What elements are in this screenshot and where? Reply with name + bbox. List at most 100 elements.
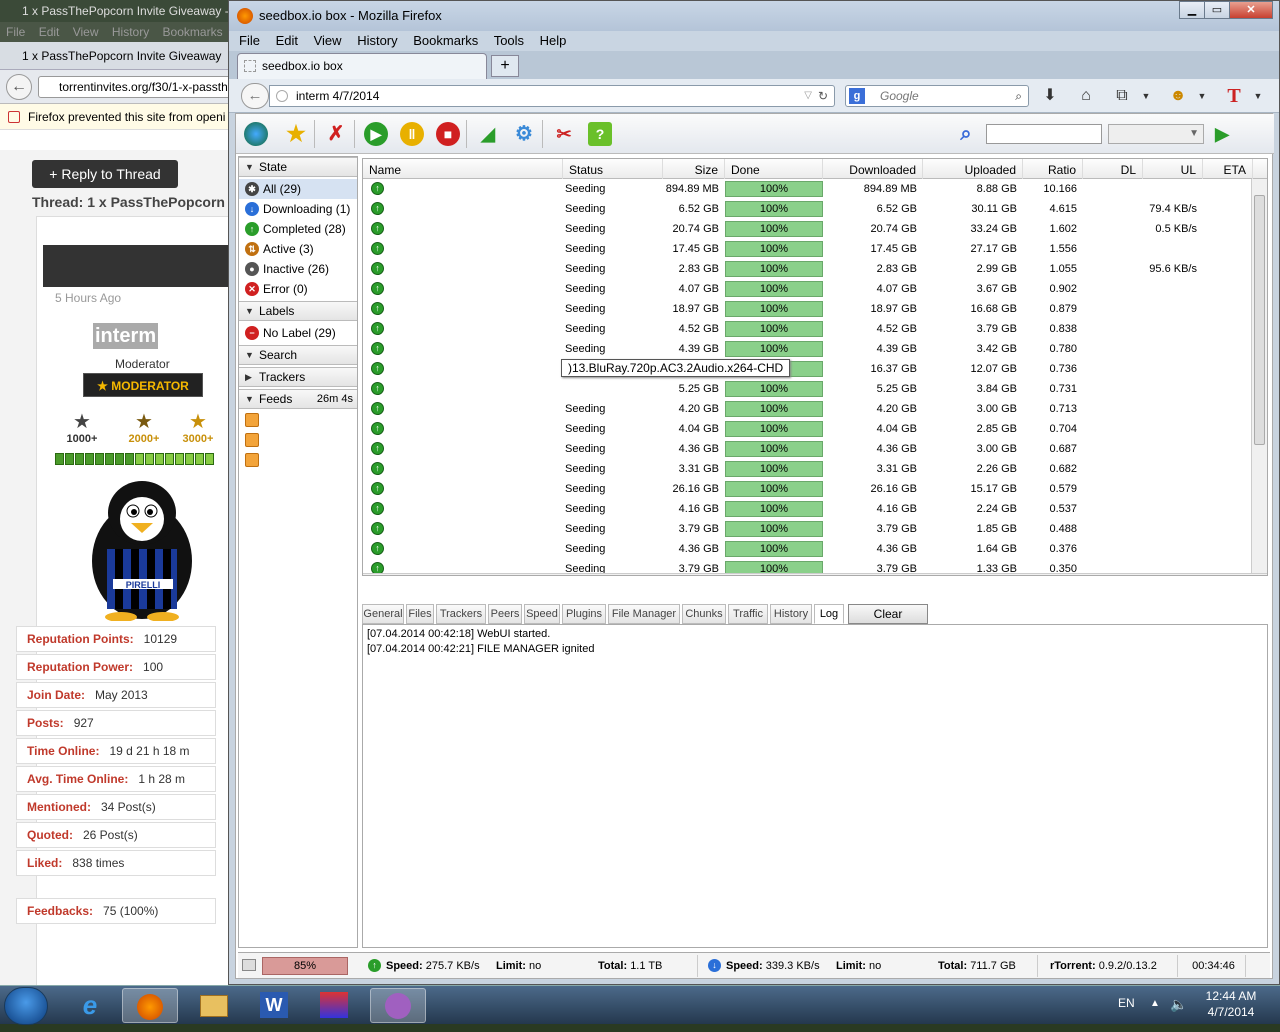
feeds-header[interactable]: ▼ Feeds 26m 4s — [239, 389, 357, 409]
back-menu-view[interactable]: View — [73, 25, 99, 39]
gear-icon[interactable]: ⚙ — [512, 122, 536, 146]
trackers-header[interactable]: ▶ Trackers — [239, 367, 357, 387]
tab-speed[interactable]: Speed — [524, 604, 560, 624]
menu-bookmarks[interactable]: Bookmarks — [413, 33, 478, 48]
table-row[interactable]: ↑ Seeding 2.83 GB 100% 2.83 GB 2.99 GB 1.055 95… — [363, 259, 1251, 279]
tray-arrow-icon[interactable]: ▲ — [1150, 998, 1160, 1009]
back-menu-history[interactable]: History — [112, 25, 149, 39]
menu-view[interactable]: View — [314, 33, 342, 48]
download-icon[interactable]: ⬇ — [1039, 85, 1061, 107]
back-window-url[interactable]: torrentinvites.org/f30/1-x-passth — [38, 76, 231, 98]
back-menu-bookmarks[interactable]: Bookmarks — [163, 25, 223, 39]
help-icon[interactable]: ? — [588, 122, 612, 146]
table-row[interactable]: ↑ Seeding 17.45 GB 100% 17.45 GB 27.17 GB 1.55… — [363, 239, 1251, 259]
settings-tools-icon[interactable]: ✂ — [552, 122, 576, 146]
chevron-down-icon[interactable]: ▼ — [1191, 85, 1213, 107]
stop-icon[interactable]: ■ — [436, 122, 460, 146]
crop-icon[interactable]: ⧉ — [1111, 85, 1133, 107]
filter-error[interactable]: ✕ Error (0) — [239, 279, 357, 299]
filter-inactive[interactable]: ● Inactive (26) — [239, 259, 357, 279]
home-icon[interactable]: ⌂ — [1075, 85, 1097, 107]
menu-tools[interactable]: Tools — [494, 33, 524, 48]
tab-peers[interactable]: Peers — [488, 604, 522, 624]
table-row[interactable]: ↑ Seeding 18.97 GB 100% 18.97 GB 16.68 GB 0.87… — [363, 299, 1251, 319]
search-engine-select[interactable]: ▼ — [1108, 124, 1204, 144]
table-row[interactable]: ↑100%16.37 GB12.07 GB0.736 — [363, 359, 1251, 379]
main-browser-window[interactable]: seedbox.io box - Mozilla Firefox ▁ ▭ ✕ F… — [228, 0, 1280, 985]
table-row[interactable]: ↑ Seeding 4.16 GB 100% 4.16 GB 2.24 GB 0.537 — [363, 499, 1251, 519]
back-arrow-icon[interactable]: ← — [6, 74, 32, 100]
col-downloaded[interactable]: Downloaded — [823, 159, 923, 179]
col-eta[interactable]: ETA — [1203, 159, 1253, 179]
col-ul[interactable]: UL — [1143, 159, 1203, 179]
col-done[interactable]: Done — [725, 159, 823, 179]
search-input[interactable]: g Google ⌕ — [845, 85, 1029, 107]
pause-icon[interactable]: ‖ — [400, 122, 424, 146]
filter-no-label[interactable]: − No Label (29) — [239, 323, 357, 343]
tab-log[interactable]: Log — [814, 604, 844, 624]
clear-log-button[interactable]: Clear — [848, 604, 928, 624]
table-row[interactable]: ↑ 5.25 GB 100% 5.25 GB 3.84 GB 0.731 — [363, 379, 1251, 399]
language-indicator[interactable]: EN — [1118, 996, 1135, 1010]
firefox-taskbar-icon[interactable] — [122, 988, 178, 1023]
col-uploaded[interactable]: Uploaded — [923, 159, 1023, 179]
rss-feed-icon[interactable] — [245, 413, 259, 427]
menu-edit[interactable]: Edit — [276, 33, 298, 48]
back-arrow-icon[interactable]: ← — [241, 83, 269, 109]
tab-files[interactable]: Files — [406, 604, 434, 624]
search-icon[interactable]: ⌕ — [1015, 86, 1022, 106]
tab-history[interactable]: History — [770, 604, 812, 624]
reload-icon[interactable]: ↻ — [818, 86, 828, 106]
col-status[interactable]: Status — [563, 159, 663, 179]
col-size[interactable]: Size — [663, 159, 725, 179]
addon-face-icon[interactable]: ☻ — [1167, 85, 1189, 107]
chat-app-icon[interactable] — [370, 988, 426, 1023]
word-icon[interactable]: W — [246, 988, 302, 1023]
back-window-tab[interactable]: 1 x PassThePopcorn Invite Giveaway — [0, 42, 231, 70]
post-username[interactable]: interm — [93, 323, 159, 349]
torrent-search-input[interactable] — [986, 124, 1102, 144]
col-dl[interactable]: DL — [1083, 159, 1143, 179]
table-row[interactable]: ↑ Seeding 6.52 GB 100% 6.52 GB 30.11 GB 4.615 7… — [363, 199, 1251, 219]
labels-header[interactable]: ▼ Labels — [239, 301, 357, 321]
menu-help[interactable]: Help — [540, 33, 567, 48]
search-icon[interactable]: ⌕ — [954, 122, 978, 146]
col-ratio[interactable]: Ratio — [1023, 159, 1083, 179]
table-row[interactable]: ↑ Seeding 3.79 GB 100% 3.79 GB 1.85 GB 0.488 — [363, 519, 1251, 539]
table-row[interactable]: ↑ Seeding 26.16 GB 100% 26.16 GB 15.17 GB 0.57… — [363, 479, 1251, 499]
dropdown-icon[interactable]: ▽ — [804, 86, 812, 106]
media-app-icon[interactable] — [306, 988, 362, 1023]
table-row[interactable]: ↑ Seeding 4.07 GB 100% 4.07 GB 3.67 GB 0.902 — [363, 279, 1251, 299]
table-row[interactable]: ↑ Seeding 4.04 GB 100% 4.04 GB 2.85 GB 0.704 — [363, 419, 1251, 439]
state-header[interactable]: ▼ State — [239, 157, 357, 177]
translate-icon[interactable]: T — [1223, 85, 1245, 107]
table-row[interactable]: ↑ Seeding 894.89 MB 100% 894.89 MB 8.88 GB 10.… — [363, 179, 1251, 199]
rss-icon[interactable]: ◢ — [476, 122, 500, 146]
table-row[interactable]: ↑ Seeding 20.74 GB 100% 20.74 GB 33.24 GB 1.60… — [363, 219, 1251, 239]
add-torrent-globe-icon[interactable] — [244, 122, 268, 146]
volume-icon[interactable]: 🔈 — [1170, 996, 1187, 1013]
rss-feed-icon[interactable] — [245, 433, 259, 447]
menu-history[interactable]: History — [357, 33, 397, 48]
system-clock[interactable]: 12:44 AM 4/7/2014 — [1196, 988, 1266, 1024]
close-icon[interactable]: ✕ — [1229, 1, 1273, 19]
table-horizontal-scrollbar[interactable] — [363, 573, 1267, 575]
background-browser-window[interactable]: 1 x PassThePopcorn Invite Giveaway - Fil… — [0, 0, 232, 985]
table-row[interactable]: ↑ Seeding 4.36 GB 100% 4.36 GB 1.64 GB 0.376 — [363, 539, 1251, 559]
scrollbar-thumb[interactable] — [1254, 195, 1265, 445]
chevron-down-icon[interactable]: ▼ — [1247, 85, 1269, 107]
table-row[interactable]: ↑ Seeding 3.31 GB 100% 3.31 GB 2.26 GB 0.682 — [363, 459, 1251, 479]
file-explorer-icon[interactable] — [186, 988, 242, 1023]
url-bar[interactable]: interm 4/7/2014 ▽ ↻ — [269, 85, 835, 107]
go-arrow-icon[interactable]: ▶ — [1210, 122, 1234, 146]
start-icon[interactable]: ▶ — [364, 122, 388, 146]
tab-chunks[interactable]: Chunks — [682, 604, 726, 624]
rss-feed-icon[interactable] — [245, 453, 259, 467]
tab-general[interactable]: General — [362, 604, 404, 624]
maximize-icon[interactable]: ▭ — [1204, 1, 1230, 19]
tab-traffic[interactable]: Traffic — [728, 604, 768, 624]
table-row[interactable]: ↑ Seeding 4.36 GB 100% 4.36 GB 3.00 GB 0.687 — [363, 439, 1251, 459]
reply-to-thread-button[interactable]: + Reply to Thread — [32, 160, 178, 188]
filter-completed[interactable]: ↑ Completed (28) — [239, 219, 357, 239]
col-name[interactable]: Name — [363, 159, 563, 179]
